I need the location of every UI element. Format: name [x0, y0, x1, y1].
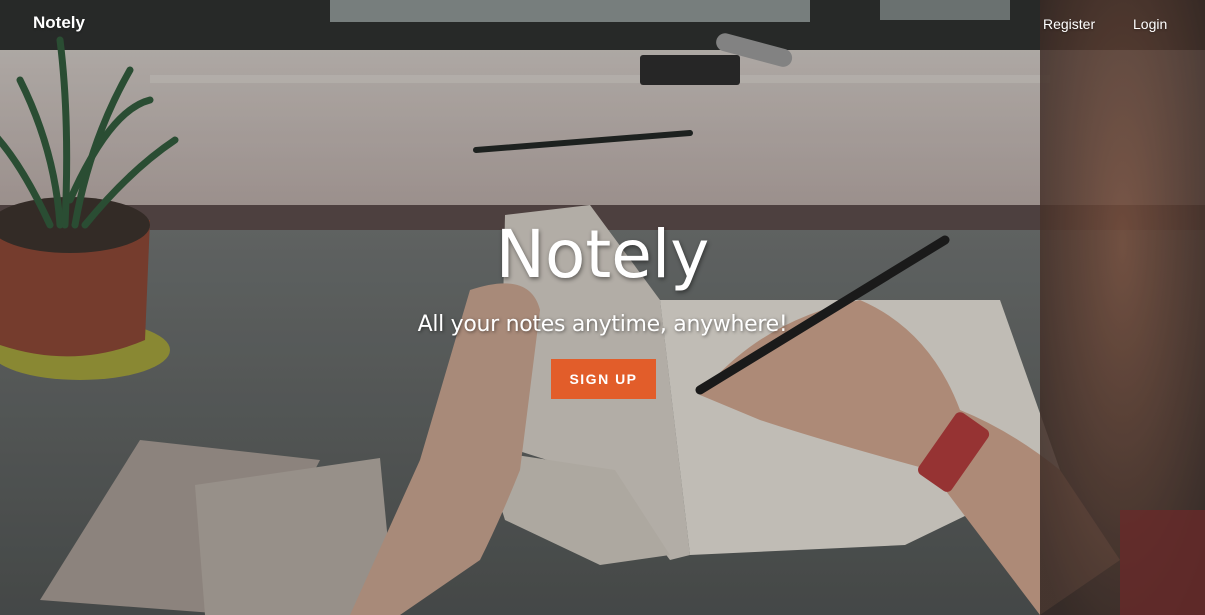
hero-title: Notely	[495, 216, 710, 293]
hero-tagline: All your notes anytime, anywhere!	[417, 312, 788, 337]
top-navbar: Notely Register Login	[0, 0, 1205, 50]
brand-logo-link[interactable]: Notely	[33, 13, 85, 33]
register-link[interactable]: Register	[1043, 16, 1095, 32]
login-link[interactable]: Login	[1133, 16, 1167, 32]
hero-dark-overlay	[0, 0, 1205, 615]
signup-button[interactable]: SIGN UP	[551, 359, 656, 399]
hero-section	[0, 0, 1205, 615]
